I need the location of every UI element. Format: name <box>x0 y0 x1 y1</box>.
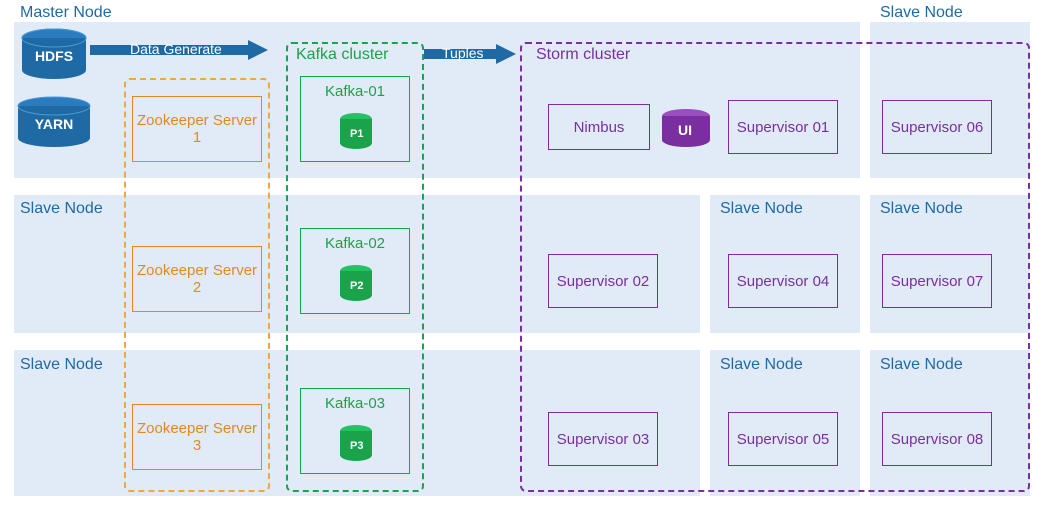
nimbus-label: Nimbus <box>574 119 625 136</box>
label-slave-r1: Slave Node <box>880 4 963 22</box>
kafka-03-p: P3 <box>350 440 363 452</box>
ui-label: UI <box>678 122 692 138</box>
zookeeper-3-label: Zookeeper Server 3 <box>133 420 261 454</box>
supervisor-08: Supervisor 08 <box>882 412 992 466</box>
supervisor-06: Supervisor 06 <box>882 100 992 154</box>
kafka-cluster-label: Kafka cluster <box>296 46 388 64</box>
kafka-01-p: P1 <box>350 128 363 140</box>
supervisor-01-label: Supervisor 01 <box>737 119 830 136</box>
supervisor-03-label: Supervisor 03 <box>557 431 650 448</box>
kafka-01-label: Kafka-01 <box>325 83 385 100</box>
zookeeper-1: Zookeeper Server 1 <box>132 96 262 162</box>
zookeeper-3: Zookeeper Server 3 <box>132 404 262 470</box>
supervisor-01: Supervisor 01 <box>728 100 838 154</box>
supervisor-03: Supervisor 03 <box>548 412 658 466</box>
hdfs-label: HDFS <box>30 48 78 64</box>
nimbus: Nimbus <box>548 104 650 150</box>
supervisor-02-label: Supervisor 02 <box>557 273 650 290</box>
zookeeper-1-label: Zookeeper Server 1 <box>133 112 261 146</box>
zookeeper-2: Zookeeper Server 2 <box>132 246 262 312</box>
label-master: Master Node <box>20 4 112 22</box>
supervisor-08-label: Supervisor 08 <box>891 431 984 448</box>
supervisor-04: Supervisor 04 <box>728 254 838 308</box>
kafka-03-label: Kafka-03 <box>325 395 385 412</box>
storm-cluster-label: Storm cluster <box>536 46 630 64</box>
arrow-tuples-label: Tuples <box>436 44 490 62</box>
supervisor-05: Supervisor 05 <box>728 412 838 466</box>
kafka-02-p: P2 <box>350 280 363 292</box>
yarn-label: YARN <box>28 116 80 132</box>
supervisor-02: Supervisor 02 <box>548 254 658 308</box>
zookeeper-2-label: Zookeeper Server 2 <box>133 262 261 296</box>
label-slave-r2a: Slave Node <box>20 200 103 218</box>
supervisor-06-label: Supervisor 06 <box>891 119 984 136</box>
supervisor-05-label: Supervisor 05 <box>737 431 830 448</box>
supervisor-07: Supervisor 07 <box>882 254 992 308</box>
label-slave-r3a: Slave Node <box>20 356 103 374</box>
kafka-02-label: Kafka-02 <box>325 235 385 252</box>
supervisor-04-label: Supervisor 04 <box>737 273 830 290</box>
supervisor-07-label: Supervisor 07 <box>891 273 984 290</box>
arrow-data-generate-label: Data Generate <box>124 40 228 58</box>
